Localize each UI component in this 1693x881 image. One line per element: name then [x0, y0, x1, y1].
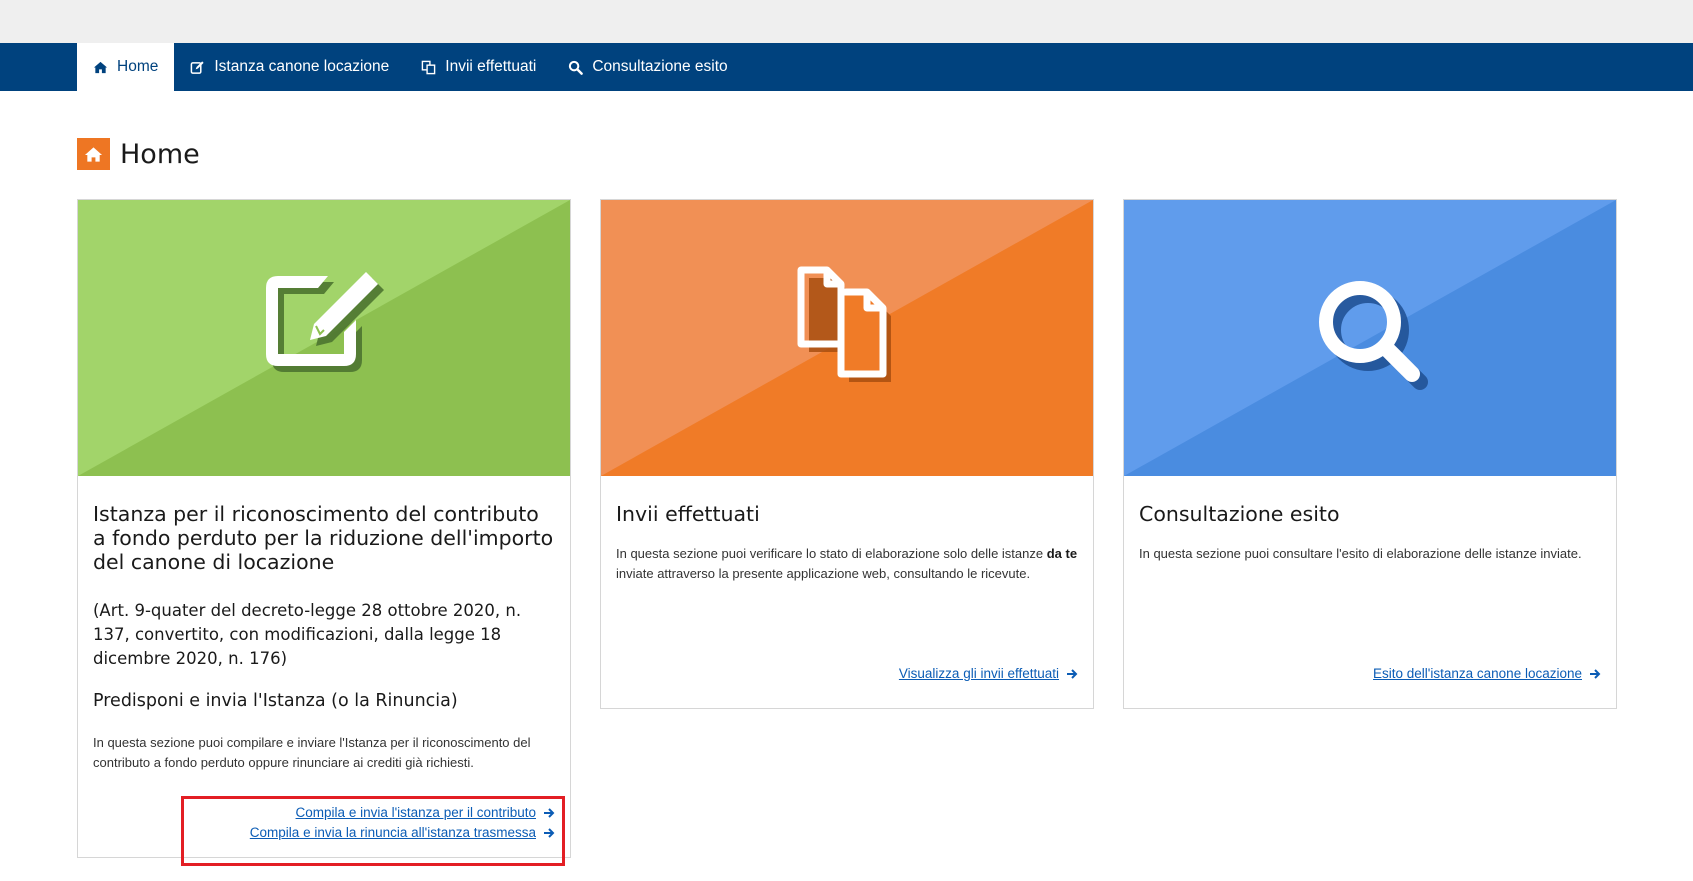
copy-icon	[422, 60, 436, 74]
card-description: In questa sezione puoi compilare e invia…	[93, 735, 531, 770]
card-subheading: Predisponi e invia l'Istanza (o la Rinun…	[93, 691, 458, 711]
card-description: In questa sezione puoi consultare l'esit…	[1139, 546, 1582, 561]
card-consultazione-esito: Consultazione esito In questa sezione pu…	[1123, 199, 1617, 709]
nav-item-label: Invii effettuati	[445, 58, 537, 75]
text-part: inviate attraverso la presente applicazi…	[616, 566, 1031, 581]
card-description: In questa sezione puoi verificare lo sta…	[616, 544, 1078, 584]
home-icon	[77, 138, 110, 170]
nav-item-home[interactable]: Home	[77, 43, 175, 91]
nav-item-label: Istanza canone locazione	[214, 58, 390, 75]
esito-istanza-link[interactable]: Esito dell'istanza canone locazione	[1373, 664, 1601, 684]
nav-item-invii-effettuati[interactable]: Invii effettuati	[405, 43, 552, 91]
link-label: Esito dell'istanza canone locazione	[1373, 666, 1582, 681]
main-navbar: Home Istanza canone locazione Invii effe…	[0, 43, 1693, 91]
card-invii-effettuati: Invii effettuati In questa sezione puoi …	[600, 199, 1094, 709]
text-bold: da te	[1046, 546, 1078, 561]
card-title: Invii effettuati	[616, 502, 760, 526]
nav-item-label: Consultazione esito	[592, 58, 728, 75]
card-title: Consultazione esito	[1139, 502, 1340, 526]
nav-item-label: Home	[117, 58, 159, 75]
search-icon	[1319, 281, 1428, 390]
text-part: In questa sezione puoi verificare lo sta…	[616, 546, 1044, 561]
nav-items: Home Istanza canone locazione Invii effe…	[77, 43, 744, 91]
card-title: Istanza per il riconoscimento del contri…	[93, 502, 554, 574]
nav-item-istanza-canone-locazione[interactable]: Istanza canone locazione	[174, 43, 405, 91]
card-image-invii	[601, 200, 1093, 476]
page-heading: Home	[120, 138, 200, 170]
highlight-box	[181, 796, 565, 866]
edit-icon	[191, 60, 204, 74]
arrow-right-icon	[1590, 669, 1601, 679]
search-icon	[569, 60, 584, 75]
browser-top-band	[0, 0, 1693, 43]
card-istanza: Istanza per il riconoscimento del contri…	[77, 199, 571, 858]
visualizza-invii-link[interactable]: Visualizza gli invii effettuati	[899, 664, 1078, 684]
card-links: Visualizza gli invii effettuati	[899, 664, 1078, 684]
nav-item-consultazione-esito[interactable]: Consultazione esito	[552, 43, 743, 91]
copy-icon	[797, 266, 891, 382]
card-image-consultazione	[1124, 200, 1616, 476]
card-links: Esito dell'istanza canone locazione	[1373, 664, 1601, 684]
card-body-consultazione: Consultazione esito In questa sezione pu…	[1124, 476, 1616, 681]
card-body-invii: Invii effettuati In questa sezione puoi …	[601, 476, 1093, 681]
card-image-istanza	[78, 200, 570, 476]
arrow-right-icon	[1067, 669, 1078, 679]
page-title: Home	[77, 138, 200, 170]
card-legal-reference: (Art. 9-quater del decreto-legge 28 otto…	[93, 601, 522, 668]
home-icon	[93, 61, 108, 73]
link-label: Visualizza gli invii effettuati	[898, 666, 1059, 681]
edit-icon	[266, 272, 384, 372]
